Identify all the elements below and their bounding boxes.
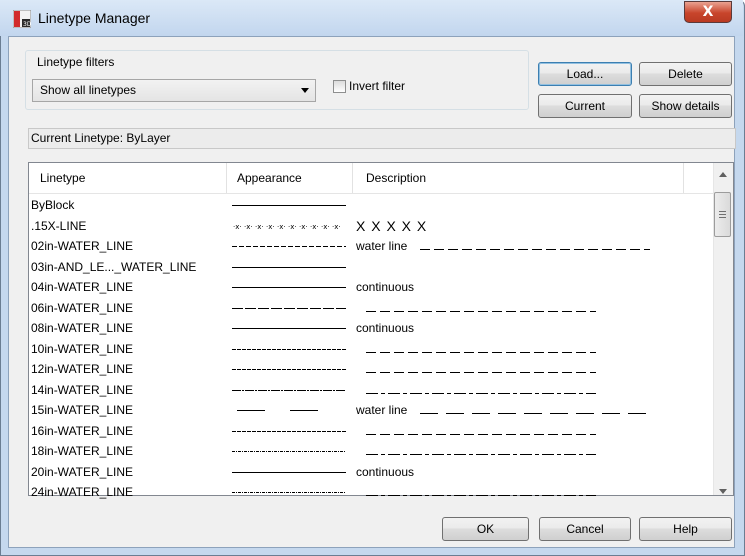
svg-text:·x·: ·x·	[288, 223, 297, 231]
close-button[interactable]: X	[684, 1, 732, 23]
description-dash-preview	[420, 249, 650, 250]
app-icon: 3D	[13, 10, 31, 28]
current-linetype-text: Current Linetype: ByLayer	[31, 131, 170, 145]
column-separator[interactable]	[683, 163, 684, 193]
load-button[interactable]: Load...	[538, 62, 632, 86]
description-dash-preview	[366, 351, 596, 353]
grip-line	[719, 211, 726, 212]
description-dash-preview	[366, 372, 596, 373]
linetype-appearance-preview	[232, 369, 346, 370]
grip-line	[719, 214, 726, 215]
column-header-description[interactable]: Description	[366, 171, 426, 185]
linetype-name[interactable]: 16in-WATER_LINE	[31, 424, 133, 438]
svg-text:·x·: ·x·	[321, 223, 330, 231]
linetype-description: water line	[356, 403, 408, 417]
linetype-name[interactable]: ByBlock	[31, 198, 74, 212]
svg-text:·x·: ·x·	[266, 223, 275, 231]
linetype-appearance-preview: ·x· ·x· ·x· ·x· ·x· ·x· ·x· ·x· ·x· ·x·	[233, 223, 341, 231]
grip-line	[719, 217, 726, 218]
help-button[interactable]: Help	[639, 517, 732, 541]
svg-text:·x·: ·x·	[255, 223, 264, 231]
column-header-appearance[interactable]: Appearance	[237, 171, 302, 185]
linetype-appearance-preview	[232, 307, 346, 309]
invert-filter-checkbox[interactable]	[333, 80, 346, 93]
linetype-name[interactable]: 12in-WATER_LINE	[31, 362, 133, 376]
linetype-appearance-preview	[232, 328, 346, 329]
description-dash-preview	[420, 413, 646, 414]
linetype-appearance-preview	[232, 287, 346, 288]
ok-button[interactable]: OK	[442, 517, 529, 541]
svg-text:·x·: ·x·	[244, 223, 253, 231]
linetype-appearance-preview	[232, 205, 346, 206]
svg-text:3D: 3D	[23, 21, 31, 28]
linetype-description: water line	[356, 239, 408, 253]
linetype-name[interactable]: .15X-LINE	[31, 219, 86, 233]
linetype-name[interactable]: 14in-WATER_LINE	[31, 383, 133, 397]
linetype-appearance-preview	[232, 492, 345, 493]
current-linetype-value: ByLayer	[126, 131, 171, 145]
svg-text:·x·: ·x·	[233, 223, 242, 231]
linetype-name[interactable]: 04in-WATER_LINE	[31, 280, 133, 294]
linetype-appearance-preview	[232, 246, 346, 247]
linetype-appearance-preview	[232, 389, 345, 391]
linetype-name[interactable]: 08in-WATER_LINE	[31, 321, 133, 335]
svg-text:·x·: ·x·	[332, 223, 341, 231]
linetype-appearance-preview	[232, 430, 346, 432]
description-dash-preview	[366, 433, 596, 435]
description-dash-preview	[366, 392, 596, 394]
svg-text:·x·: ·x·	[299, 223, 308, 231]
linetype-name[interactable]: 03in-AND_LE..._WATER_LINE	[31, 260, 196, 274]
cancel-button[interactable]: Cancel	[539, 517, 631, 541]
linetype-appearance-preview	[232, 266, 346, 268]
linetype-name[interactable]: 18in-WATER_LINE	[31, 444, 133, 458]
scroll-down-icon[interactable]	[719, 489, 727, 494]
show-details-button[interactable]: Show details	[639, 94, 732, 118]
close-icon: X	[702, 4, 714, 20]
invert-filter-label[interactable]: Invert filter	[349, 79, 405, 93]
linetype-description: continuous	[356, 280, 415, 294]
current-button[interactable]: Current	[538, 94, 632, 118]
scroll-up-icon[interactable]	[719, 172, 727, 177]
column-header-linetype[interactable]: Linetype	[40, 171, 85, 185]
column-separator[interactable]	[226, 163, 227, 193]
linetype-name[interactable]: 06in-WATER_LINE	[31, 301, 133, 315]
linetype-appearance-preview	[232, 348, 346, 350]
current-linetype-label: Current Linetype:	[31, 131, 124, 145]
linetype-appearance-preview	[232, 451, 345, 452]
linetype-name[interactable]: 15in-WATER_LINE	[31, 403, 133, 417]
linetype-filter-value: Show all linetypes	[40, 83, 137, 97]
svg-text:·x·: ·x·	[277, 223, 286, 231]
linetype-appearance-preview	[232, 471, 346, 473]
delete-button[interactable]: Delete	[639, 62, 732, 86]
linetype-name[interactable]: 02in-WATER_LINE	[31, 239, 133, 253]
linetype-appearance-preview	[237, 410, 318, 411]
linetype-filters-label: Linetype filters	[37, 55, 115, 69]
svg-text:·x·: ·x·	[310, 223, 319, 231]
linetype-description: X X X X X	[356, 217, 428, 234]
linetype-name[interactable]: 24in-WATER_LINE	[31, 485, 133, 499]
linetype-name[interactable]: 10in-WATER_LINE	[31, 342, 133, 356]
column-separator[interactable]	[352, 163, 353, 193]
linetype-description: continuous	[356, 321, 415, 335]
description-dash-preview	[366, 454, 596, 455]
linetype-name[interactable]: 20in-WATER_LINE	[31, 465, 133, 479]
dropdown-arrow-icon	[301, 88, 309, 93]
description-dash-preview	[366, 310, 596, 312]
window-title: Linetype Manager	[38, 10, 151, 26]
linetype-description: continuous	[356, 464, 415, 479]
description-dash-preview	[366, 495, 596, 496]
